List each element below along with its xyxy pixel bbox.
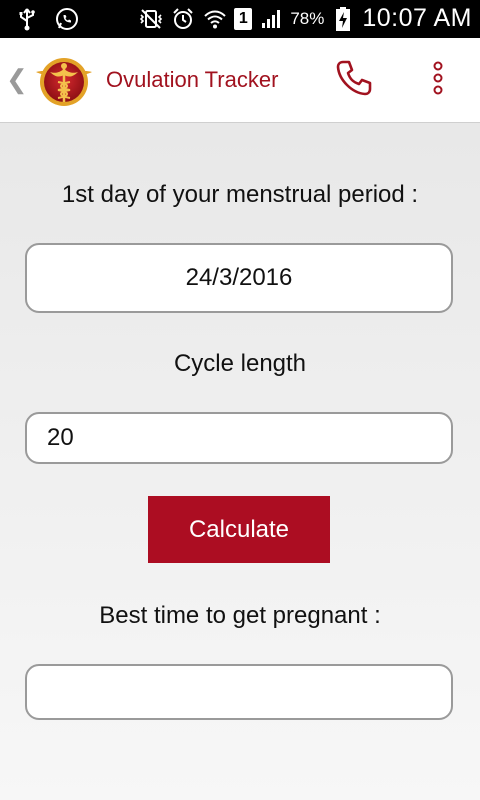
- clock-time: 10:07 AM: [362, 4, 472, 32]
- ovulation-form: 1st day of your menstrual period : 24/3/…: [0, 123, 480, 800]
- status-bar: 1 78% 10:07 AM: [0, 0, 480, 38]
- chevron-left-icon[interactable]: ❮: [6, 64, 28, 95]
- whatsapp-icon: [54, 6, 80, 32]
- period-date-field[interactable]: 24/3/2016: [25, 243, 453, 313]
- cycle-length-label: Cycle length: [173, 350, 307, 377]
- battery-charging-icon: [330, 6, 356, 32]
- period-label: 1st day of your menstrual period :: [61, 181, 419, 208]
- result-label: Best time to get pregnant :: [99, 602, 381, 629]
- cycle-length-input[interactable]: 20: [25, 412, 453, 464]
- usb-icon: [14, 6, 40, 32]
- overflow-menu-icon: [432, 60, 444, 101]
- app-title: Ovulation Tracker: [106, 67, 279, 92]
- sim-icon: 1: [234, 7, 253, 30]
- alarm-icon: [170, 6, 196, 32]
- vibrate-mute-icon: [138, 6, 164, 32]
- call-button[interactable]: [330, 56, 378, 104]
- battery-percent: 78%: [290, 8, 325, 28]
- overflow-menu-button[interactable]: [422, 56, 454, 104]
- wifi-icon: [202, 6, 228, 32]
- phone-icon: [334, 58, 374, 103]
- caduceus-logo: [34, 52, 94, 110]
- calculate-button[interactable]: Calculate: [148, 496, 330, 563]
- app-bar: ❮ Ovulation Tracker: [0, 38, 480, 123]
- result-field: [25, 664, 453, 720]
- signal-icon: [258, 6, 284, 32]
